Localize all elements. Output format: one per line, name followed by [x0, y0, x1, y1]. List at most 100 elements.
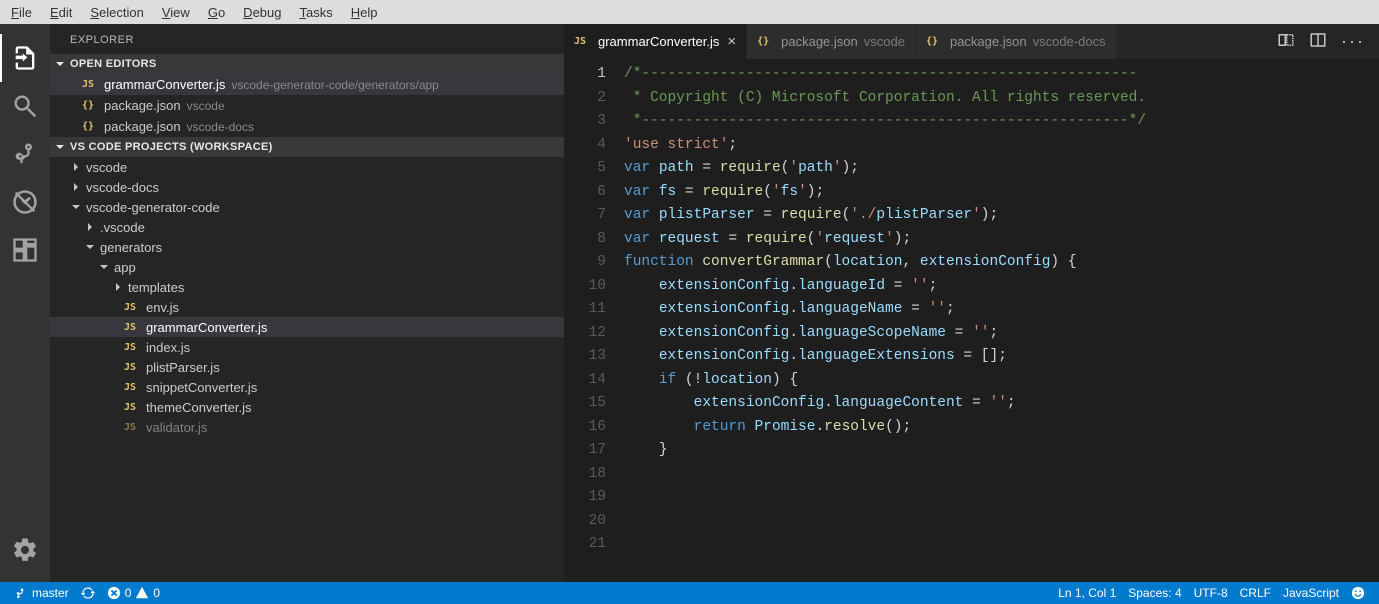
code-content[interactable]: /*--------------------------------------…: [624, 59, 1379, 582]
line-number: 3: [564, 110, 606, 134]
code-line[interactable]: extensionConfig.languageId = '';: [624, 275, 1379, 299]
code-line[interactable]: if (!location) {: [624, 369, 1379, 393]
chevron-icon: [70, 181, 82, 193]
file-icon: JS: [124, 402, 142, 413]
file-icon: {}: [926, 36, 944, 47]
line-number: 2: [564, 87, 606, 111]
folder-label: templates: [128, 280, 184, 295]
tree-file[interactable]: JSgrammarConverter.js: [50, 317, 564, 337]
tree-folder[interactable]: templates: [50, 277, 564, 297]
file-path: vscode-docs: [187, 120, 254, 134]
editor-tab[interactable]: {}package.jsonvscode: [747, 24, 916, 59]
code-line[interactable]: * Copyright (C) Microsoft Corporation. A…: [624, 87, 1379, 111]
code-line[interactable]: *---------------------------------------…: [624, 110, 1379, 134]
code-line[interactable]: 'use strict';: [624, 134, 1379, 158]
activity-debug-icon[interactable]: [0, 178, 50, 226]
folder-label: generators: [100, 240, 162, 255]
split-editor-icon[interactable]: [1309, 31, 1327, 52]
menu-file[interactable]: File: [2, 3, 41, 22]
file-name: package.json: [104, 98, 181, 113]
warning-icon: [135, 586, 149, 600]
file-icon: JS: [124, 422, 142, 433]
tab-label: package.json: [950, 34, 1027, 49]
file-icon: JS: [124, 362, 142, 373]
status-branch[interactable]: master: [8, 586, 75, 600]
chevron-down-icon: [54, 141, 66, 153]
file-icon: {}: [82, 100, 100, 111]
compare-icon[interactable]: [1277, 31, 1295, 52]
tree-file[interactable]: JSsnippetConverter.js: [50, 377, 564, 397]
tree-file[interactable]: JSindex.js: [50, 337, 564, 357]
tree-folder[interactable]: .vscode: [50, 217, 564, 237]
tree-folder[interactable]: vscode-docs: [50, 177, 564, 197]
status-cursor[interactable]: Ln 1, Col 1: [1052, 586, 1122, 600]
activity-scm-icon[interactable]: [0, 130, 50, 178]
code-line[interactable]: extensionConfig.languageScopeName = '';: [624, 322, 1379, 346]
code-editor[interactable]: 123456789101112131415161718192021 /*----…: [564, 59, 1379, 582]
menu-edit[interactable]: Edit: [41, 3, 81, 22]
file-icon: JS: [124, 342, 142, 353]
code-line[interactable]: return Promise.resolve();: [624, 416, 1379, 440]
menu-tasks[interactable]: Tasks: [290, 3, 341, 22]
status-eol[interactable]: CRLF: [1234, 586, 1277, 600]
editor-tab[interactable]: JSgrammarConverter.js×: [564, 24, 747, 59]
tree-folder[interactable]: app: [50, 257, 564, 277]
file-icon: JS: [124, 302, 142, 313]
status-feedback-icon[interactable]: [1345, 586, 1371, 600]
chevron-icon: [84, 241, 96, 253]
tree-file[interactable]: JSenv.js: [50, 297, 564, 317]
file-path: vscode: [187, 99, 225, 113]
status-sync[interactable]: [75, 586, 101, 600]
code-line[interactable]: function convertGrammar(location, extens…: [624, 251, 1379, 275]
tree-folder[interactable]: vscode: [50, 157, 564, 177]
activity-explorer-icon[interactable]: [0, 34, 50, 82]
tree-file[interactable]: JSplistParser.js: [50, 357, 564, 377]
menu-view[interactable]: View: [153, 3, 199, 22]
code-line[interactable]: }: [624, 439, 1379, 463]
close-icon[interactable]: ×: [727, 33, 736, 50]
tab-path: vscode-docs: [1033, 34, 1106, 49]
tree-file[interactable]: JSvalidator.js: [50, 417, 564, 437]
chevron-down-icon: [54, 58, 66, 70]
status-language[interactable]: JavaScript: [1277, 586, 1345, 600]
open-editor-item[interactable]: JSgrammarConverter.jsvscode-generator-co…: [50, 74, 564, 95]
more-actions-icon[interactable]: ···: [1341, 31, 1365, 52]
workspace-header[interactable]: VS CODE PROJECTS (WORKSPACE): [50, 137, 564, 157]
open-editors-header[interactable]: OPEN EDITORS: [50, 54, 564, 74]
status-problems[interactable]: 0 0: [101, 586, 166, 600]
code-line[interactable]: var request = require('request');: [624, 228, 1379, 252]
line-number: 1: [564, 63, 606, 87]
editor-tab[interactable]: {} package.json vscode-docs: [916, 24, 1117, 59]
sidebar-title: EXPLORER: [50, 24, 564, 54]
menu-go[interactable]: Go: [199, 3, 234, 22]
code-line[interactable]: extensionConfig.languageExtensions = [];: [624, 345, 1379, 369]
menu-selection[interactable]: Selection: [81, 3, 152, 22]
file-icon: JS: [124, 382, 142, 393]
status-spaces[interactable]: Spaces: 4: [1122, 586, 1187, 600]
folder-label: app: [114, 260, 136, 275]
code-line[interactable]: /*--------------------------------------…: [624, 63, 1379, 87]
tab-label: grammarConverter.js: [598, 34, 719, 49]
tree-folder[interactable]: vscode-generator-code: [50, 197, 564, 217]
status-encoding[interactable]: UTF-8: [1188, 586, 1234, 600]
code-line[interactable]: extensionConfig.languageName = '';: [624, 298, 1379, 322]
activity-bar: [0, 24, 50, 582]
tree-folder[interactable]: generators: [50, 237, 564, 257]
chevron-icon: [98, 261, 110, 273]
code-line[interactable]: var fs = require('fs');: [624, 181, 1379, 205]
file-name: grammarConverter.js: [104, 77, 225, 92]
activity-settings-icon[interactable]: [0, 526, 50, 574]
activity-search-icon[interactable]: [0, 82, 50, 130]
line-number: 9: [564, 251, 606, 275]
menu-help[interactable]: Help: [342, 3, 387, 22]
code-line[interactable]: var path = require('path');: [624, 157, 1379, 181]
line-number: 10: [564, 275, 606, 299]
open-editor-item[interactable]: {} package.json vscode: [50, 95, 564, 116]
activity-extensions-icon[interactable]: [0, 226, 50, 274]
code-line[interactable]: var plistParser = require('./plistParser…: [624, 204, 1379, 228]
menu-debug[interactable]: Debug: [234, 3, 290, 22]
code-line[interactable]: extensionConfig.languageContent = '';: [624, 392, 1379, 416]
tree-file[interactable]: JSthemeConverter.js: [50, 397, 564, 417]
open-editor-item[interactable]: {}package.jsonvscode-docs: [50, 116, 564, 137]
line-gutter: 123456789101112131415161718192021: [564, 59, 624, 582]
